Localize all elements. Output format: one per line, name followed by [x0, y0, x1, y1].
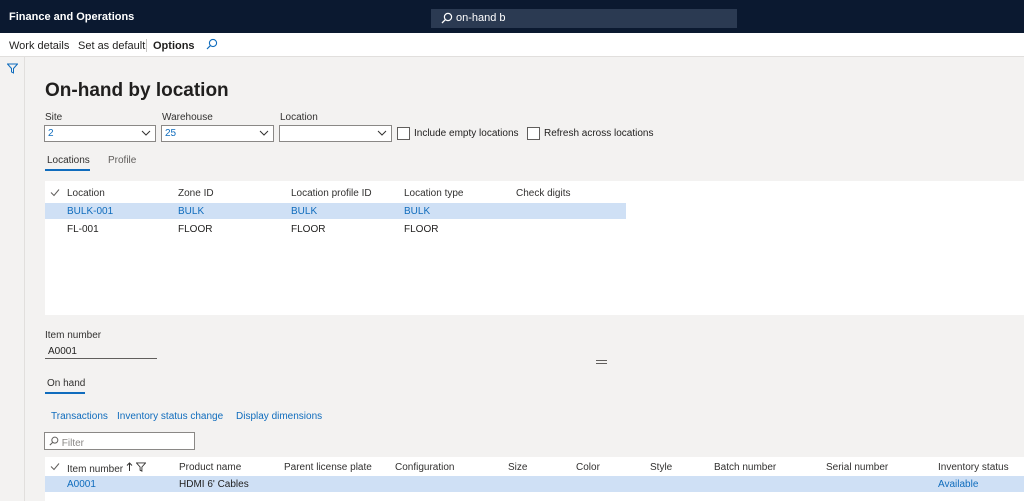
column-header-style[interactable]: Style — [650, 462, 672, 473]
search-icon — [49, 436, 59, 449]
table-cell[interactable]: A0001 — [67, 479, 96, 490]
select-all-checkmark-icon[interactable] — [50, 462, 60, 474]
column-header-configuration[interactable]: Configuration — [395, 462, 454, 473]
column-header-product-name[interactable]: Product name — [179, 462, 241, 473]
table-cell[interactable]: FLOOR — [178, 224, 212, 235]
table-cell[interactable]: BULK — [291, 206, 317, 217]
tab-locations[interactable]: Locations — [47, 155, 90, 166]
table-cell[interactable]: Available — [938, 479, 978, 490]
action-search-icon[interactable] — [206, 38, 218, 53]
column-header-zone-id[interactable]: Zone ID — [178, 188, 214, 199]
locations-grid: Location Zone ID Location profile ID Loc… — [45, 181, 1024, 315]
warehouse-dropdown[interactable]: 25 — [161, 125, 274, 142]
tab-on-hand-underline — [45, 392, 85, 394]
site-label: Site — [45, 112, 63, 123]
table-row-selected[interactable] — [45, 203, 626, 219]
set-as-default-button[interactable]: Set as default — [78, 40, 145, 52]
table-cell[interactable]: BULK — [178, 206, 204, 217]
site-dropdown[interactable]: 2 — [44, 125, 156, 142]
tab-on-hand[interactable]: On hand — [47, 378, 85, 389]
item-number-underline — [45, 358, 157, 359]
table-cell[interactable]: BULK-001 — [67, 206, 113, 217]
column-header-check-digits[interactable]: Check digits — [516, 188, 570, 199]
column-header-item-number-label: Item number — [67, 464, 124, 475]
filter-pane-icon[interactable] — [6, 63, 19, 77]
select-all-checkmark-icon[interactable] — [50, 188, 60, 200]
site-value: 2 — [48, 128, 54, 139]
splitter-handle[interactable] — [596, 360, 607, 366]
table-cell[interactable]: BULK — [404, 206, 430, 217]
table-cell[interactable]: FL-001 — [67, 224, 99, 235]
table-cell[interactable]: FLOOR — [291, 224, 325, 235]
table-cell[interactable]: FLOOR — [404, 224, 438, 235]
left-rail — [0, 57, 25, 501]
tab-profile[interactable]: Profile — [108, 155, 136, 166]
chevron-down-icon — [141, 129, 151, 140]
chevron-down-icon — [377, 129, 387, 140]
column-header-color[interactable]: Color — [576, 462, 600, 473]
column-header-location-type[interactable]: Location type — [404, 188, 464, 199]
chevron-down-icon — [259, 129, 269, 140]
warehouse-label: Warehouse — [162, 112, 213, 123]
table-cell[interactable]: HDMI 6' Cables — [179, 479, 249, 490]
on-hand-grid: Item number Product name Parent license … — [45, 457, 1024, 501]
column-header-location[interactable]: Location — [67, 188, 105, 199]
inventory-status-change-button[interactable]: Inventory status change — [117, 411, 223, 422]
grid-filter-input[interactable]: Filter — [44, 432, 195, 450]
include-empty-checkbox[interactable] — [397, 127, 410, 140]
grid-filter-placeholder: Filter — [61, 438, 85, 449]
column-header-item-number[interactable]: Item number — [67, 462, 147, 475]
refresh-across-label: Refresh across locations — [544, 128, 654, 139]
location-dropdown[interactable] — [279, 125, 392, 142]
column-header-inventory-status[interactable]: Inventory status — [938, 462, 1009, 473]
work-details-button[interactable]: Work details — [9, 40, 69, 52]
column-header-parent-license-plate[interactable]: Parent license plate — [284, 462, 372, 473]
action-separator — [146, 39, 147, 52]
sort-ascending-icon — [126, 462, 133, 475]
column-header-batch-number[interactable]: Batch number — [714, 462, 776, 473]
tab-locations-underline — [45, 169, 90, 171]
options-button[interactable]: Options — [153, 40, 195, 52]
column-header-serial-number[interactable]: Serial number — [826, 462, 888, 473]
include-empty-label: Include empty locations — [414, 128, 519, 139]
column-header-size[interactable]: Size — [508, 462, 527, 473]
top-bar: Finance and Operations on-hand b — [0, 0, 1024, 33]
item-number-value[interactable]: A0001 — [48, 346, 77, 357]
transactions-button[interactable]: Transactions — [51, 411, 108, 422]
location-label: Location — [280, 112, 318, 123]
warehouse-value: 25 — [165, 128, 177, 139]
column-filter-icon[interactable] — [135, 462, 147, 475]
page-title: On-hand by location — [45, 80, 229, 101]
item-number-label: Item number — [45, 330, 102, 341]
global-search-value: on-hand b — [456, 12, 506, 24]
action-pane: Work details Set as default Options — [0, 33, 1024, 57]
search-icon — [441, 12, 453, 27]
app-title[interactable]: Finance and Operations — [9, 11, 134, 23]
column-header-location-profile-id[interactable]: Location profile ID — [291, 188, 372, 199]
global-search-input[interactable]: on-hand b — [431, 9, 737, 28]
refresh-across-checkbox[interactable] — [527, 127, 540, 140]
display-dimensions-button[interactable]: Display dimensions — [236, 411, 322, 422]
